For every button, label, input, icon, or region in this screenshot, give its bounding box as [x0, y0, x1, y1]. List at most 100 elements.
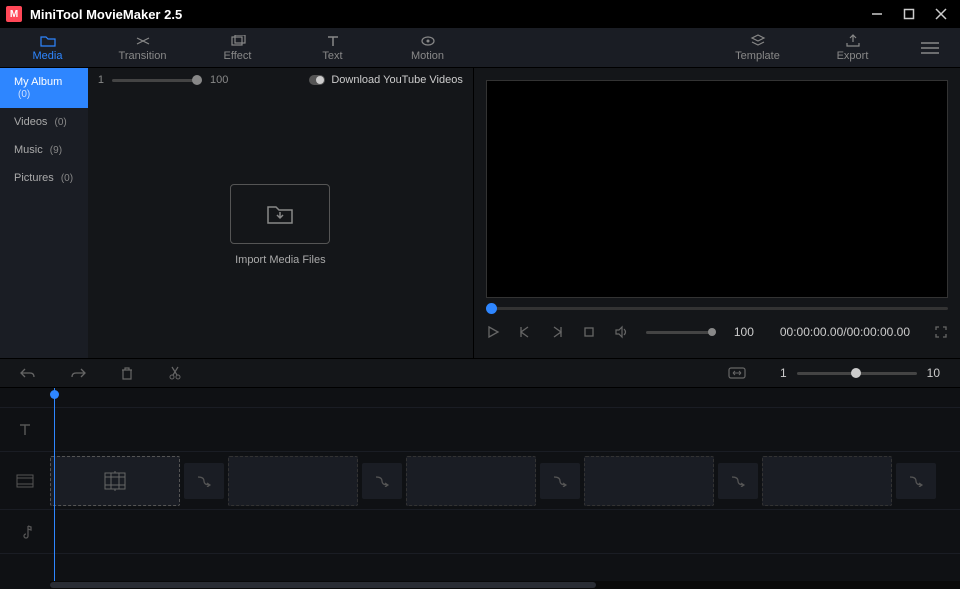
text-icon	[325, 34, 341, 48]
preview-scrub[interactable]	[486, 298, 948, 318]
video-clip-placeholder[interactable]	[50, 456, 180, 506]
import-label: Import Media Files	[235, 254, 325, 266]
transition-icon	[135, 34, 151, 48]
export-icon	[845, 34, 861, 48]
volume-value: 100	[734, 325, 754, 339]
fit-timeline-button[interactable]	[728, 367, 746, 379]
timeline-toolbar: 1 10	[0, 358, 960, 388]
sidebar-item-pictures[interactable]: Pictures (0)	[0, 164, 88, 192]
timecode: 00:00:00.00/00:00:00.00	[780, 325, 910, 339]
audio-track[interactable]	[0, 510, 960, 554]
menu-button[interactable]	[900, 42, 960, 54]
video-clip-placeholder[interactable]	[584, 456, 714, 506]
video-track[interactable]	[0, 452, 960, 510]
top-tabs: Media Transition Effect Text Motion Temp…	[0, 28, 960, 68]
download-youtube-button[interactable]: Download YouTube Videos	[309, 74, 463, 86]
import-media-button[interactable]	[230, 184, 330, 244]
sidebar-item-count: (9)	[50, 145, 62, 156]
effect-icon	[230, 34, 246, 48]
video-clip-placeholder[interactable]	[406, 456, 536, 506]
timeline-ruler[interactable]	[0, 388, 960, 408]
app-title: MiniTool MovieMaker 2.5	[30, 7, 870, 22]
transition-slot[interactable]	[184, 463, 224, 499]
transition-slot[interactable]	[540, 463, 580, 499]
sidebar-item-count: (0)	[55, 117, 67, 128]
timeline-zoom-max: 10	[927, 366, 940, 380]
download-label: Download YouTube Videos	[331, 74, 463, 86]
thumb-zoom-min: 1	[98, 74, 104, 86]
preview-video	[486, 80, 948, 298]
tab-transition[interactable]: Transition	[95, 28, 190, 68]
timeline	[0, 388, 960, 589]
tab-export[interactable]: Export	[805, 28, 900, 68]
sidebar-item-label: Videos	[14, 116, 47, 128]
split-button[interactable]	[168, 366, 182, 380]
tab-label: Export	[837, 50, 869, 62]
transition-slot[interactable]	[896, 463, 936, 499]
hamburger-icon	[921, 42, 939, 54]
timeline-zoom: 1 10	[780, 366, 940, 380]
filmstrip-icon	[103, 471, 127, 491]
delete-button[interactable]	[120, 366, 134, 380]
import-folder-icon	[266, 203, 294, 225]
play-button[interactable]	[486, 325, 500, 339]
media-header: 1 100 Download YouTube Videos	[88, 68, 473, 92]
tab-label: Effect	[224, 50, 252, 62]
title-bar: M MiniTool MovieMaker 2.5	[0, 0, 960, 28]
tab-label: Text	[322, 50, 342, 62]
sidebar-item-videos[interactable]: Videos (0)	[0, 108, 88, 136]
close-button[interactable]	[934, 7, 948, 21]
preview-panel: 100 00:00:00.00/00:00:00.00	[474, 68, 960, 358]
main-area: My Album (0) Videos (0) Music (9) Pictur…	[0, 68, 960, 358]
sidebar-item-myalbum[interactable]: My Album (0)	[0, 68, 88, 108]
media-panel: 1 100 Download YouTube Videos Import Med…	[88, 68, 474, 358]
app-logo: M	[6, 6, 22, 22]
thumbnail-zoom-slider[interactable]	[112, 79, 202, 82]
template-icon	[750, 34, 766, 48]
fullscreen-button[interactable]	[934, 325, 948, 339]
tab-label: Motion	[411, 50, 444, 62]
tab-effect[interactable]: Effect	[190, 28, 285, 68]
prev-frame-button[interactable]	[518, 325, 532, 339]
sidebar-item-music[interactable]: Music (9)	[0, 136, 88, 164]
motion-icon	[420, 34, 436, 48]
timeline-zoom-min: 1	[780, 366, 787, 380]
sidebar-item-count: (0)	[61, 173, 73, 184]
toggle-icon	[309, 75, 325, 85]
media-content: Import Media Files	[88, 92, 473, 358]
tab-media[interactable]: Media	[0, 28, 95, 68]
sidebar-item-label: Pictures	[14, 172, 54, 184]
stop-button[interactable]	[582, 325, 596, 339]
timeline-zoom-slider[interactable]	[797, 372, 917, 375]
tab-text[interactable]: Text	[285, 28, 380, 68]
preview-controls: 100 00:00:00.00/00:00:00.00	[486, 318, 948, 346]
sidebar-item-label: Music	[14, 144, 43, 156]
playhead[interactable]	[54, 388, 55, 589]
maximize-button[interactable]	[902, 7, 916, 21]
sidebar-item-label: My Album	[14, 76, 62, 88]
tab-motion[interactable]: Motion	[380, 28, 475, 68]
folder-icon	[40, 34, 56, 48]
video-clip-placeholder[interactable]	[228, 456, 358, 506]
text-track[interactable]	[0, 408, 960, 452]
tab-label: Template	[735, 50, 780, 62]
volume-button[interactable]	[614, 325, 628, 339]
text-track-icon	[0, 423, 50, 437]
thumb-zoom-max: 100	[210, 74, 228, 86]
tab-label: Transition	[119, 50, 167, 62]
redo-button[interactable]	[70, 366, 86, 380]
video-track-icon	[0, 474, 50, 488]
minimize-button[interactable]	[870, 7, 884, 21]
transition-slot[interactable]	[718, 463, 758, 499]
audio-track-icon	[0, 524, 50, 540]
timeline-scrollbar[interactable]	[50, 581, 960, 589]
tab-template[interactable]: Template	[710, 28, 805, 68]
volume-slider[interactable]	[646, 331, 716, 334]
sidebar-item-count: (0)	[18, 89, 30, 100]
undo-button[interactable]	[20, 366, 36, 380]
tab-label: Media	[33, 50, 63, 62]
next-frame-button[interactable]	[550, 325, 564, 339]
video-clip-placeholder[interactable]	[762, 456, 892, 506]
transition-slot[interactable]	[362, 463, 402, 499]
media-sidebar: My Album (0) Videos (0) Music (9) Pictur…	[0, 68, 88, 358]
